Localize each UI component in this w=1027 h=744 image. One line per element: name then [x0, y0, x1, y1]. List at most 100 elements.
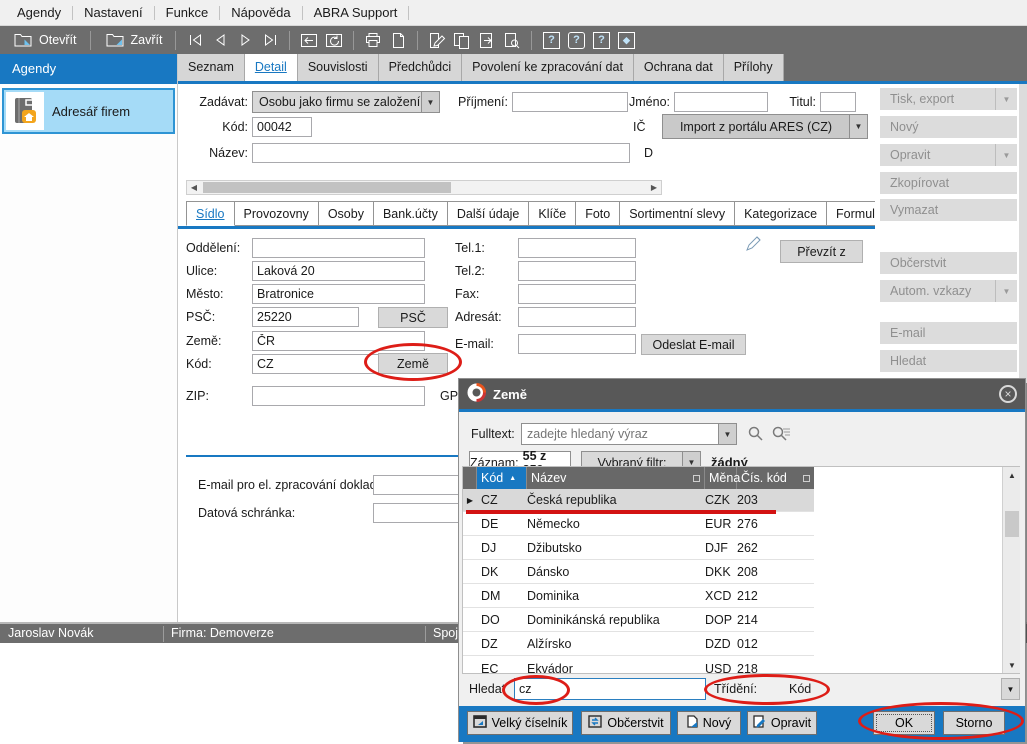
autom-vzkazy-button[interactable]: Autom. vzkazy▼	[880, 280, 1017, 302]
table-row[interactable]: ECEkvádorUSD218	[463, 657, 814, 680]
email-input[interactable]	[518, 334, 636, 354]
table-row[interactable]: ▶ CZČeská republikaCZK203	[463, 489, 814, 512]
prijmeni-input[interactable]	[512, 92, 628, 112]
tel1-input[interactable]	[518, 238, 636, 258]
new-document-icon[interactable]	[387, 29, 409, 51]
zeme-input[interactable]	[252, 331, 425, 351]
search-icon[interactable]	[747, 425, 765, 446]
column-header-cis-kod[interactable]: Čís. kód	[737, 467, 814, 489]
table-row[interactable]: DZAlžírskoDZD012	[463, 633, 814, 656]
adresat-input[interactable]	[518, 307, 636, 327]
transfer-document-icon[interactable]	[476, 29, 498, 51]
fax-input[interactable]	[518, 284, 636, 304]
storno-button[interactable]: Storno	[943, 711, 1005, 735]
table-row[interactable]: DENěmeckoEUR276	[463, 513, 814, 536]
opravit-button[interactable]: Opravit▼	[880, 144, 1017, 166]
menu-napoveda[interactable]: Nápověda	[220, 0, 301, 25]
copy-document-icon[interactable]	[451, 29, 473, 51]
fit-window-icon[interactable]	[298, 29, 320, 51]
tab-souvislosti[interactable]: Souvislosti	[298, 54, 379, 81]
psc-button[interactable]: PSČ	[378, 307, 448, 328]
menu-funkce[interactable]: Funkce	[155, 0, 220, 25]
kod-input[interactable]	[252, 117, 312, 137]
close-button[interactable]: Zavřít	[99, 27, 168, 53]
odeslat-email-button[interactable]: Odeslat E-mail	[641, 334, 746, 355]
tab-detail[interactable]: Detail	[245, 54, 298, 81]
subtab-klice[interactable]: Klíče	[529, 201, 576, 226]
menu-nastaveni[interactable]: Nastavení	[73, 0, 154, 25]
subtab-sortimentni-slevy[interactable]: Sortimentní slevy	[620, 201, 735, 226]
print-icon[interactable]	[362, 29, 384, 51]
table-row[interactable]: DODominikánská republikaDOP214	[463, 609, 814, 632]
subtab-kategorizace[interactable]: Kategorizace	[735, 201, 827, 226]
scrollbar-thumb[interactable]	[1005, 511, 1019, 537]
dialog-novy-button[interactable]: Nový	[677, 711, 741, 735]
nav-next-icon[interactable]	[234, 29, 256, 51]
zip-input[interactable]	[252, 386, 425, 406]
table-row[interactable]: DMDominikaXCD212	[463, 585, 814, 608]
menu-abra-support[interactable]: ABRA Support	[303, 0, 409, 25]
dialog-obcerstvit-button[interactable]: Občerstvit	[581, 711, 671, 735]
context-help-icon[interactable]: ?	[565, 29, 587, 51]
about-icon[interactable]: ◆	[615, 29, 637, 51]
chevron-down-icon[interactable]: ▼	[995, 88, 1017, 110]
document-audit-icon[interactable]	[501, 29, 523, 51]
tab-prilohy[interactable]: Přílohy	[724, 54, 784, 81]
refresh-window-icon[interactable]	[323, 29, 345, 51]
jmeno-input[interactable]	[674, 92, 768, 112]
titul-input[interactable]	[820, 92, 856, 112]
velky-ciselnik-button[interactable]: Velký číselník	[467, 711, 573, 735]
tel2-input[interactable]	[518, 261, 636, 281]
help-icon[interactable]: ?	[540, 29, 562, 51]
table-row[interactable]: DKDánskoDKK208	[463, 561, 814, 584]
sidebar-item-adresar-firem[interactable]: Adresář firem	[2, 88, 175, 134]
close-icon[interactable]: ×	[999, 385, 1017, 403]
vymazat-button[interactable]: Vymazat	[880, 199, 1017, 221]
novy-button[interactable]: Nový	[880, 116, 1017, 138]
tab-seznam[interactable]: Seznam	[178, 54, 245, 81]
scroll-left-icon[interactable]: ◀	[187, 181, 201, 194]
open-button[interactable]: Otevřít	[7, 27, 82, 53]
column-options-icon[interactable]	[693, 475, 700, 482]
column-header-nazev[interactable]: Název	[527, 467, 705, 489]
nav-last-icon[interactable]	[259, 29, 281, 51]
tab-ochrana-dat[interactable]: Ochrana dat	[634, 54, 724, 81]
table-row[interactable]: DJDžibutskoDJF262	[463, 537, 814, 560]
column-header-kod[interactable]: Kód▲	[477, 467, 527, 489]
tisk-export-button[interactable]: Tisk, export▼	[880, 88, 1017, 110]
scroll-down-icon[interactable]: ▼	[1003, 657, 1021, 673]
chevron-down-icon[interactable]: ▼	[718, 424, 736, 444]
subtab-dalsi-udaje[interactable]: Další údaje	[448, 201, 530, 226]
hledat-input[interactable]	[514, 678, 706, 700]
dialog-titlebar[interactable]: Země ×	[459, 379, 1025, 409]
column-header-mena[interactable]: Měna	[705, 467, 737, 489]
table-vertical-scrollbar[interactable]: ▲ ▼	[1002, 467, 1020, 673]
psc-input[interactable]	[252, 307, 359, 327]
ulice-input[interactable]	[252, 261, 425, 281]
subtab-foto[interactable]: Foto	[576, 201, 620, 226]
mesto-input[interactable]	[252, 284, 425, 304]
nav-prev-icon[interactable]	[209, 29, 231, 51]
trideni-dropdown-button[interactable]: ▼	[1001, 678, 1020, 700]
fulltext-input[interactable]	[522, 424, 718, 444]
nav-first-icon[interactable]	[184, 29, 206, 51]
subtab-provozovny[interactable]: Provozovny	[235, 201, 319, 226]
scrollbar-thumb[interactable]	[203, 182, 451, 193]
scroll-up-icon[interactable]: ▲	[1003, 467, 1021, 483]
zadavat-select[interactable]: Osobu jako firmu se založením osoby ▼	[252, 91, 440, 113]
chevron-down-icon[interactable]: ▼	[995, 280, 1017, 302]
fulltext-combo[interactable]: ▼	[521, 423, 737, 445]
zeme-button[interactable]: Země	[378, 353, 448, 374]
advanced-search-icon[interactable]	[771, 425, 791, 446]
zkopirovat-button[interactable]: Zkopírovat	[880, 172, 1017, 194]
tab-povoleni[interactable]: Povolení ke zpracování dat	[462, 54, 634, 81]
menu-agendy[interactable]: Agendy	[6, 0, 72, 25]
ok-button[interactable]: OK	[873, 711, 935, 735]
scroll-right-icon[interactable]: ▶	[647, 181, 661, 194]
chevron-down-icon[interactable]: ▼	[995, 144, 1017, 166]
prevzit-z-button[interactable]: Převzít z	[780, 240, 863, 263]
dialog-opravit-button[interactable]: Opravit	[747, 711, 817, 735]
ares-import-button[interactable]: Import z portálu ARES (CZ) ▼	[662, 114, 868, 139]
email-button[interactable]: E-mail	[880, 322, 1017, 344]
nazev-input[interactable]	[252, 143, 630, 163]
